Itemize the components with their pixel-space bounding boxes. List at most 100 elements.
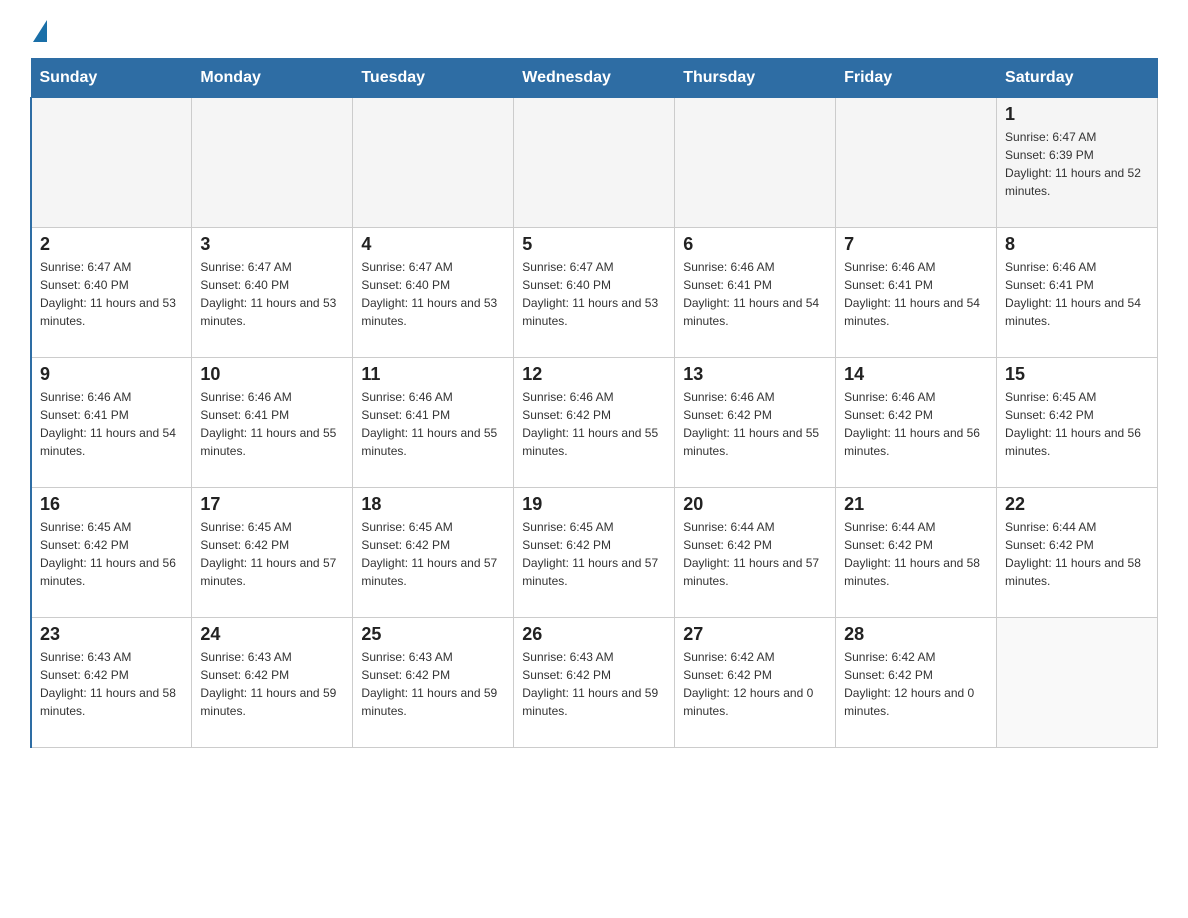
day-number: 25 [361,624,505,645]
day-info: Sunrise: 6:44 AMSunset: 6:42 PMDaylight:… [1005,518,1149,590]
calendar-cell [192,98,353,228]
day-info: Sunrise: 6:46 AMSunset: 6:42 PMDaylight:… [844,388,988,460]
calendar-cell: 12 Sunrise: 6:46 AMSunset: 6:42 PMDayligh… [514,358,675,488]
day-number: 4 [361,234,505,255]
calendar-cell: 25Sunrise: 6:43 AMSunset: 6:42 PMDayligh… [353,618,514,748]
day-header-wednesday: Wednesday [514,59,675,98]
day-info: Sunrise: 6:43 AMSunset: 6:42 PMDaylight:… [40,648,183,720]
day-number: 19 [522,494,666,515]
day-info: Sunrise: 6:47 AMSunset: 6:40 PMDaylight:… [361,258,505,330]
day-info: Sunrise: 6:46 AMSunset: 6:42 PMDaylight:… [683,388,827,460]
day-number: 24 [200,624,344,645]
day-info: Sunrise: 6:43 AMSunset: 6:42 PMDaylight:… [200,648,344,720]
day-number: 7 [844,234,988,255]
day-header-thursday: Thursday [675,59,836,98]
calendar-cell: 19 Sunrise: 6:45 AMSunset: 6:42 PMDayligh… [514,488,675,618]
page-header [30,20,1158,38]
calendar-cell: 2 Sunrise: 6:47 AMSunset: 6:40 PMDaylight… [31,228,192,358]
calendar-cell: 14 Sunrise: 6:46 AMSunset: 6:42 PMDayligh… [836,358,997,488]
calendar-cell: 7 Sunrise: 6:46 AMSunset: 6:41 PMDaylight… [836,228,997,358]
calendar-cell: 24 Sunrise: 6:43 AMSunset: 6:42 PMDayligh… [192,618,353,748]
day-number: 10 [200,364,344,385]
calendar-week-5: 23 Sunrise: 6:43 AMSunset: 6:42 PMDayligh… [31,618,1158,748]
day-header-tuesday: Tuesday [353,59,514,98]
day-number: 3 [200,234,344,255]
calendar-cell: 8 Sunrise: 6:46 AMSunset: 6:41 PMDaylight… [997,228,1158,358]
day-number: 28 [844,624,988,645]
calendar-cell: 16 Sunrise: 6:45 AMSunset: 6:42 PMDayligh… [31,488,192,618]
calendar-cell: 4 Sunrise: 6:47 AMSunset: 6:40 PMDaylight… [353,228,514,358]
calendar-cell: 17 Sunrise: 6:45 AMSunset: 6:42 PMDayligh… [192,488,353,618]
calendar-cell: 10 Sunrise: 6:46 AMSunset: 6:41 PMDayligh… [192,358,353,488]
calendar-cell: 15Sunrise: 6:45 AMSunset: 6:42 PMDayligh… [997,358,1158,488]
day-number: 12 [522,364,666,385]
calendar-cell [353,98,514,228]
calendar-cell [31,98,192,228]
day-info: Sunrise: 6:46 AMSunset: 6:41 PMDaylight:… [683,258,827,330]
calendar-header: SundayMondayTuesdayWednesdayThursdayFrid… [31,59,1158,98]
day-number: 17 [200,494,344,515]
day-header-sunday: Sunday [31,59,192,98]
day-info: Sunrise: 6:44 AMSunset: 6:42 PMDaylight:… [683,518,827,590]
day-info: Sunrise: 6:46 AMSunset: 6:41 PMDaylight:… [200,388,344,460]
day-number: 13 [683,364,827,385]
day-info: Sunrise: 6:44 AMSunset: 6:42 PMDaylight:… [844,518,988,590]
day-info: Sunrise: 6:46 AMSunset: 6:41 PMDaylight:… [361,388,505,460]
day-number: 26 [522,624,666,645]
calendar-cell: 20 Sunrise: 6:44 AMSunset: 6:42 PMDayligh… [675,488,836,618]
day-number: 5 [522,234,666,255]
calendar-table: SundayMondayTuesdayWednesdayThursdayFrid… [30,58,1158,748]
day-info: Sunrise: 6:45 AMSunset: 6:42 PMDaylight:… [200,518,344,590]
calendar-cell [997,618,1158,748]
day-info: Sunrise: 6:46 AMSunset: 6:41 PMDaylight:… [1005,258,1149,330]
day-info: Sunrise: 6:45 AMSunset: 6:42 PMDaylight:… [40,518,183,590]
day-info: Sunrise: 6:45 AMSunset: 6:42 PMDaylight:… [361,518,505,590]
calendar-week-2: 2 Sunrise: 6:47 AMSunset: 6:40 PMDaylight… [31,228,1158,358]
day-number: 14 [844,364,988,385]
calendar-cell: 3 Sunrise: 6:47 AMSunset: 6:40 PMDaylight… [192,228,353,358]
day-number: 27 [683,624,827,645]
day-header-saturday: Saturday [997,59,1158,98]
day-number: 15 [1005,364,1149,385]
calendar-cell [836,98,997,228]
day-info: Sunrise: 6:47 AMSunset: 6:40 PMDaylight:… [522,258,666,330]
day-info: Sunrise: 6:46 AMSunset: 6:41 PMDaylight:… [844,258,988,330]
days-of-week-row: SundayMondayTuesdayWednesdayThursdayFrid… [31,59,1158,98]
calendar-cell: 28Sunrise: 6:42 AMSunset: 6:42 PMDayligh… [836,618,997,748]
day-number: 1 [1005,104,1149,125]
logo-triangle-icon [33,20,47,42]
day-number: 11 [361,364,505,385]
day-info: Sunrise: 6:45 AMSunset: 6:42 PMDaylight:… [522,518,666,590]
day-info: Sunrise: 6:47 AMSunset: 6:40 PMDaylight:… [40,258,183,330]
day-number: 8 [1005,234,1149,255]
day-number: 23 [40,624,183,645]
calendar-cell: 13 Sunrise: 6:46 AMSunset: 6:42 PMDayligh… [675,358,836,488]
day-info: Sunrise: 6:42 AMSunset: 6:42 PMDaylight:… [683,648,827,720]
day-info: Sunrise: 6:46 AMSunset: 6:42 PMDaylight:… [522,388,666,460]
calendar-cell [514,98,675,228]
calendar-cell: 26 Sunrise: 6:43 AMSunset: 6:42 PMDayligh… [514,618,675,748]
calendar-cell: 11 Sunrise: 6:46 AMSunset: 6:41 PMDayligh… [353,358,514,488]
calendar-cell: 27 Sunrise: 6:42 AMSunset: 6:42 PMDayligh… [675,618,836,748]
day-number: 2 [40,234,183,255]
calendar-week-1: 1Sunrise: 6:47 AMSunset: 6:39 PMDaylight… [31,98,1158,228]
calendar-cell: 5 Sunrise: 6:47 AMSunset: 6:40 PMDaylight… [514,228,675,358]
day-header-friday: Friday [836,59,997,98]
day-info: Sunrise: 6:46 AMSunset: 6:41 PMDaylight:… [40,388,183,460]
logo [30,20,47,38]
day-number: 6 [683,234,827,255]
calendar-cell: 9 Sunrise: 6:46 AMSunset: 6:41 PMDaylight… [31,358,192,488]
day-number: 9 [40,364,183,385]
calendar-cell: 23 Sunrise: 6:43 AMSunset: 6:42 PMDayligh… [31,618,192,748]
day-number: 20 [683,494,827,515]
day-number: 21 [844,494,988,515]
day-number: 22 [1005,494,1149,515]
day-info: Sunrise: 6:47 AMSunset: 6:40 PMDaylight:… [200,258,344,330]
day-info: Sunrise: 6:43 AMSunset: 6:42 PMDaylight:… [522,648,666,720]
calendar-week-4: 16 Sunrise: 6:45 AMSunset: 6:42 PMDayligh… [31,488,1158,618]
day-number: 16 [40,494,183,515]
calendar-cell: 21 Sunrise: 6:44 AMSunset: 6:42 PMDayligh… [836,488,997,618]
calendar-cell: 18Sunrise: 6:45 AMSunset: 6:42 PMDayligh… [353,488,514,618]
day-header-monday: Monday [192,59,353,98]
calendar-cell: 6 Sunrise: 6:46 AMSunset: 6:41 PMDaylight… [675,228,836,358]
